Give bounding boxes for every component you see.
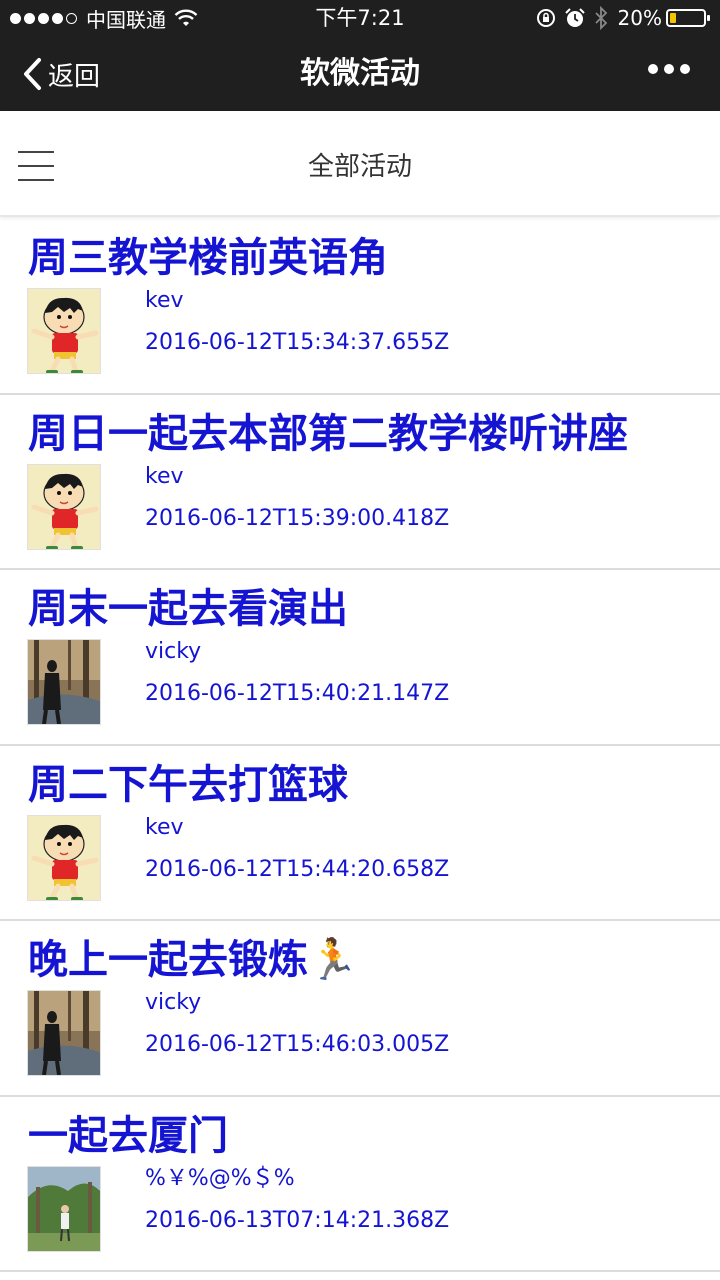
- activity-title: 周三教学楼前英语角: [28, 235, 388, 281]
- activity-time: 2016-06-12T15:44:20.658Z: [145, 856, 450, 882]
- page-title: 软微活动: [300, 56, 420, 91]
- cartoon-boy-avatar: [27, 463, 101, 550]
- alarm-icon: [564, 8, 585, 27]
- activity-title: 周末一起去看演出: [28, 586, 348, 632]
- activity-time: 2016-06-12T15:40:21.147Z: [145, 681, 450, 706]
- activity-item[interactable]: 周日一起去本部第二教学楼听讲座 kev 2016-06-12T15:39:00.…: [0, 395, 720, 570]
- status-bar: 中国联通 下午7:21 20%: [0, 0, 720, 36]
- top-bar: 中国联通 下午7:21 20% 返回 软微活动: [0, 0, 720, 111]
- activity-title: 晚上一起去锻炼🏃: [28, 937, 358, 983]
- bluetooth-icon: [594, 6, 607, 30]
- filter-title: 全部活动: [307, 152, 412, 182]
- activity-item[interactable]: 周三教学楼前英语角 kev 2016-06-12T15:34:37.655Z: [0, 219, 720, 395]
- activity-time: 2016-06-12T15:46:03.005Z: [145, 1032, 450, 1057]
- activity-item[interactable]: 一起去厦门 %￥%@%＄% 2016-06-13T07:14:21.368Z: [0, 1097, 720, 1272]
- cartoon-boy-avatar: [27, 288, 101, 374]
- activity-user: kev: [145, 463, 184, 489]
- activity-user: %￥%@%＄%: [145, 1165, 295, 1191]
- activity-list: 周三教学楼前英语角 kev 2016-06-12T15:34:37.655Z 周…: [0, 219, 720, 1272]
- forest-photo-avatar: [27, 990, 101, 1076]
- activity-user: kev: [145, 288, 184, 313]
- activity-title: 周日一起去本部第二教学楼听讲座: [28, 410, 628, 457]
- activity-time: 2016-06-12T15:39:00.418Z: [145, 505, 450, 531]
- status-right: 20%: [528, 4, 710, 32]
- activity-time: 2016-06-12T15:34:37.655Z: [145, 330, 450, 355]
- battery-level: [670, 13, 676, 23]
- battery-icon: [666, 9, 710, 27]
- activity-time: 2016-06-13T07:14:21.368Z: [145, 1207, 450, 1233]
- activity-title: 周二下午去打篮球: [28, 761, 348, 808]
- filter-bar: 全部活动: [0, 111, 720, 217]
- more-dots-icon[interactable]: [642, 64, 690, 74]
- park-photo-avatar: [27, 1165, 101, 1252]
- activity-user: kev: [145, 814, 184, 840]
- activity-title: 一起去厦门: [28, 1112, 228, 1159]
- battery-percentage: 20%: [617, 6, 662, 30]
- activity-user: vicky: [145, 990, 202, 1015]
- activity-user: vicky: [145, 639, 202, 664]
- cartoon-boy-avatar: [27, 814, 101, 901]
- activity-item[interactable]: 周二下午去打篮球 kev 2016-06-12T15:44:20.658Z: [0, 746, 720, 921]
- activity-item[interactable]: 周末一起去看演出 vicky 2016-06-12T15:40:21.147Z: [0, 570, 720, 746]
- lock-rotation-icon: [536, 9, 555, 27]
- nav-bar: 返回 软微活动: [0, 36, 720, 111]
- forest-photo-avatar: [27, 639, 101, 725]
- activity-item[interactable]: 晚上一起去锻炼🏃 vicky 2016-06-12T15:46:03.005Z: [0, 921, 720, 1097]
